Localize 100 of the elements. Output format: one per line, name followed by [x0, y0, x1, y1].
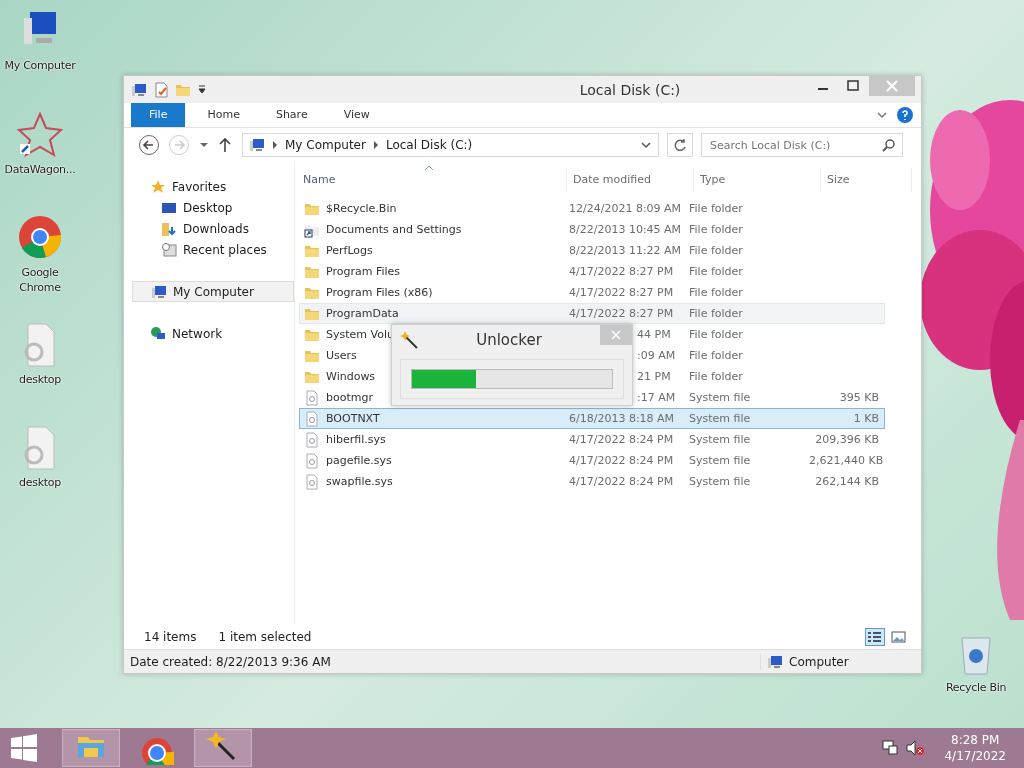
- file-name[interactable]: Program Files: [326, 265, 401, 278]
- type-cell: System file: [689, 475, 751, 488]
- sidebar-item[interactable]: Recent places: [132, 239, 294, 260]
- size-cell: 209,396 KB: [815, 433, 879, 446]
- recent-icon: [161, 241, 177, 258]
- caret-icon[interactable]: [271, 140, 279, 150]
- computer-icon: [767, 653, 783, 670]
- file-icon: [304, 473, 320, 490]
- desktop-icon-label[interactable]: desktop: [1, 475, 79, 490]
- type-cell: System file: [689, 454, 751, 467]
- up-icon[interactable]: [218, 137, 232, 153]
- selection-count: 1 item selected: [218, 630, 312, 644]
- help-icon[interactable]: [897, 107, 913, 123]
- file-icon: [304, 389, 320, 406]
- back-icon[interactable]: [138, 134, 160, 156]
- file-name[interactable]: Program Files (x86): [326, 286, 433, 299]
- caret-icon[interactable]: [371, 140, 380, 150]
- file-name[interactable]: Documents and Settings: [326, 223, 462, 236]
- sort-icon: [424, 165, 434, 171]
- star-icon[interactable]: [16, 112, 64, 158]
- search-field[interactable]: Search Local Disk (C:): [701, 133, 903, 157]
- breadcrumb-item[interactable]: Local Disk (C:): [385, 138, 473, 152]
- file-name[interactable]: pagefile.sys: [326, 454, 392, 467]
- file-name[interactable]: Windows: [326, 370, 376, 383]
- size-cell: 262,144 KB: [815, 475, 879, 488]
- browser-icon[interactable]: [16, 215, 64, 261]
- type-cell: File folder: [689, 244, 743, 257]
- date-cell: 4/17/2022 8:24 PM: [569, 454, 674, 467]
- date-cell: 4/17/2022 8:24 PM: [569, 433, 674, 446]
- taskbar-button[interactable]: [194, 729, 252, 767]
- clock-date[interactable]: 4/17/2022: [944, 748, 1006, 764]
- type-cell: File folder: [689, 349, 743, 362]
- muted-speaker-icon[interactable]: [906, 740, 925, 756]
- type-cell: File folder: [689, 265, 743, 278]
- details-view-icon[interactable]: [865, 628, 885, 646]
- refresh-icon[interactable]: [667, 133, 693, 157]
- properties-icon[interactable]: [153, 81, 169, 98]
- sidebar-item[interactable]: Favorites: [132, 176, 294, 197]
- file-name[interactable]: hiberfil.sys: [326, 433, 386, 446]
- file-name[interactable]: swapfile.sys: [326, 475, 393, 488]
- clock-time[interactable]: 8:28 PM: [944, 732, 1006, 748]
- column-header[interactable]: Name: [299, 168, 567, 192]
- file-name[interactable]: ProgramData: [326, 307, 399, 320]
- ribbon-tab[interactable]: Home: [193, 103, 254, 127]
- file-row[interactable]: ProgramData 4/17/2022 8:27 PM File folder: [299, 303, 885, 324]
- file-icon: [304, 452, 320, 469]
- type-cell: System file: [689, 412, 751, 425]
- breadcrumb-item[interactable]: My Computer: [285, 138, 366, 152]
- file-name[interactable]: bootmgr: [326, 391, 373, 404]
- desktop-icon-label[interactable]: Recycle Bin: [937, 680, 1015, 695]
- date-created-text: Date created: 8/22/2013 9:36 AM: [130, 654, 331, 669]
- network-icon[interactable]: [882, 740, 899, 756]
- picture-view-icon[interactable]: [889, 628, 909, 646]
- file-name[interactable]: PerfLogs: [326, 244, 373, 257]
- column-header[interactable]: Size: [821, 168, 912, 192]
- location-label: Computer: [789, 654, 849, 669]
- computer-icon: [151, 283, 167, 300]
- address-bar[interactable]: My Computer Local Disk (C:): [242, 133, 659, 157]
- star-icon: [150, 178, 166, 195]
- desktop-icon-label[interactable]: My Computer: [1, 58, 79, 73]
- type-cell: File folder: [689, 328, 743, 341]
- sidebar-item[interactable]: Desktop: [132, 197, 294, 218]
- sidebar-item[interactable]: Network: [132, 323, 294, 344]
- file-icon: [304, 431, 320, 448]
- dropdown-icon[interactable]: [640, 139, 652, 151]
- column-header[interactable]: Type: [694, 168, 821, 192]
- date-cell: 6/18/2013 8:18 AM: [569, 412, 675, 425]
- type-cell: File folder: [689, 286, 743, 299]
- computer-icon[interactable]: [131, 81, 147, 98]
- type-cell: System file: [689, 391, 751, 404]
- date-cell: 4/17/2022 8:24 PM: [569, 475, 674, 488]
- sidebar-item[interactable]: My Computer: [132, 281, 294, 302]
- dialog-title: Unlocker: [475, 331, 543, 349]
- date-cell: 8/22/2013 11:22 AM: [569, 244, 682, 257]
- type-cell: File folder: [689, 223, 743, 236]
- magic-wand-icon: [400, 331, 418, 349]
- ribbon-tab[interactable]: View: [329, 103, 384, 127]
- date-cell: 44 PM: [637, 328, 671, 341]
- date-cell: 8/22/2013 10:45 AM: [569, 223, 682, 236]
- date-cell: :09 AM: [637, 349, 676, 362]
- column-header[interactable]: Date modified: [567, 168, 694, 192]
- date-cell: 4/17/2022 8:27 PM: [569, 307, 674, 320]
- ribbon-tab[interactable]: Share: [261, 103, 322, 127]
- file-name[interactable]: BOOTNXT: [326, 412, 380, 425]
- windows-start-icon[interactable]: [10, 734, 38, 762]
- desktop-icon-label[interactable]: DataWagon...: [1, 162, 79, 177]
- ribbon-tab[interactable]: File: [131, 103, 186, 127]
- file-name[interactable]: Users: [326, 349, 357, 362]
- type-cell: System file: [689, 433, 751, 446]
- file-name[interactable]: $Recycle.Bin: [326, 202, 397, 215]
- sidebar-item[interactable]: Downloads: [132, 218, 294, 239]
- desktop-icon-label[interactable]: desktop: [1, 372, 79, 387]
- date-cell: 21 PM: [637, 370, 671, 383]
- item-count: 14 items: [144, 630, 197, 644]
- date-cell: :17 AM: [637, 391, 676, 404]
- desktop-icon-label[interactable]: Google Chrome: [1, 265, 79, 295]
- size-cell: 2,621,440 KB: [809, 454, 884, 467]
- size-cell: 395 KB: [839, 391, 879, 404]
- search-icon[interactable]: [882, 138, 896, 152]
- file-row[interactable]: BOOTNXT 6/18/2013 8:18 AM System file 1 KB: [299, 408, 885, 429]
